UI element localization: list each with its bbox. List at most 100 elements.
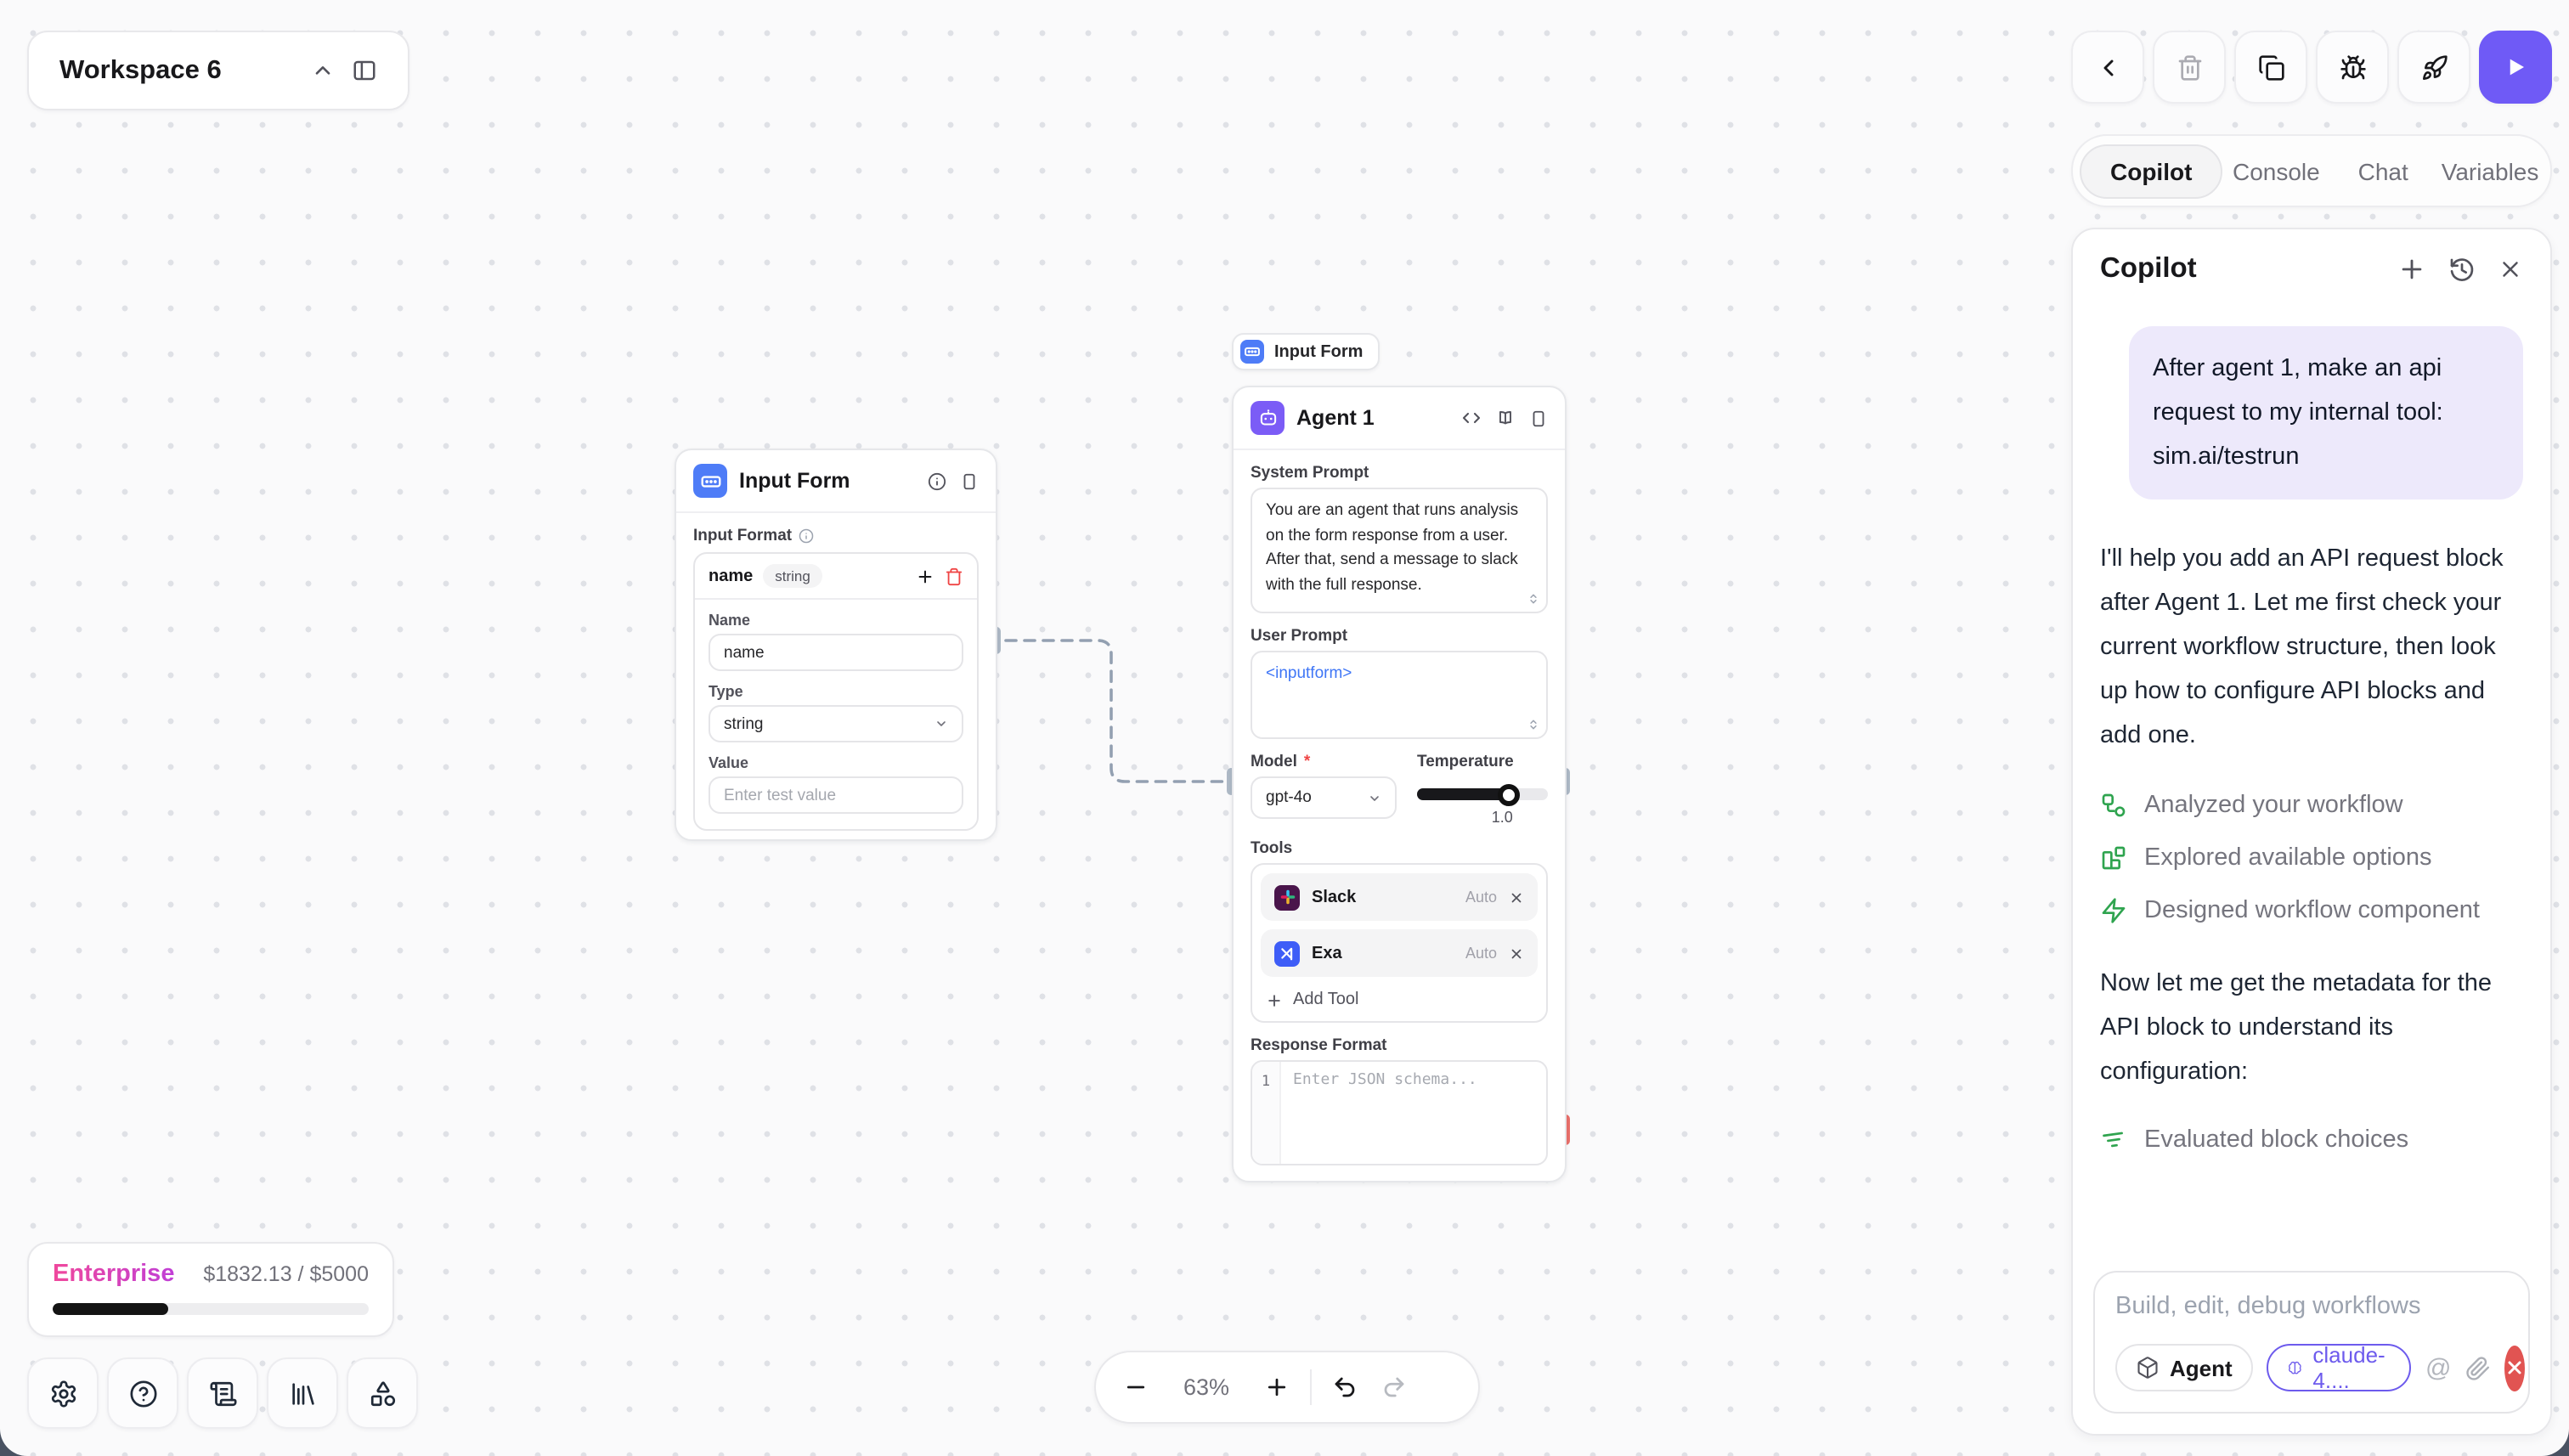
agent-icon [1251, 401, 1284, 435]
tab-variables[interactable]: Variables [2436, 144, 2544, 198]
bottom-dock [27, 1357, 418, 1429]
temperature-slider[interactable] [1417, 788, 1548, 800]
mode-selector[interactable]: Agent [2115, 1344, 2253, 1391]
gear-icon [48, 1379, 77, 1408]
rocket-icon [2420, 54, 2448, 81]
name-input[interactable]: name [709, 634, 963, 671]
deploy-button[interactable] [2397, 31, 2470, 104]
close-icon [2498, 257, 2523, 282]
usage-progress [53, 1303, 369, 1315]
attachment-icon[interactable] [2465, 1355, 2490, 1380]
value-input[interactable]: Enter test value [709, 776, 963, 814]
stop-button[interactable] [2504, 1345, 2524, 1391]
run-button[interactable] [2479, 31, 2552, 104]
delete-button[interactable] [2153, 31, 2226, 104]
user-prompt-label: User Prompt [1251, 627, 1548, 646]
trash-icon [2176, 54, 2203, 81]
help-button[interactable] [107, 1357, 178, 1429]
tools-label: Tools [1251, 839, 1548, 858]
history-button[interactable] [2448, 256, 2476, 283]
node-title: Agent 1 [1296, 406, 1449, 430]
connection-source-tag[interactable]: Input Form [1232, 333, 1380, 370]
copilot-panel: Copilot After agent 1, make an api reque… [2071, 228, 2552, 1436]
tool-row-slack[interactable]: Slack Auto [1261, 873, 1538, 921]
panel-icon[interactable] [960, 471, 979, 490]
tab-chat[interactable]: Chat [2329, 144, 2436, 198]
resize-icon[interactable] [1527, 591, 1539, 607]
model-select[interactable]: gpt-4o [1251, 776, 1397, 819]
help-icon [128, 1379, 157, 1408]
redo-button[interactable] [1381, 1374, 1407, 1400]
blocks-button[interactable] [347, 1357, 418, 1429]
sidebar-toggle-icon[interactable] [343, 50, 384, 91]
library-button[interactable] [267, 1357, 338, 1429]
system-prompt-textarea[interactable]: You are an agent that runs analysis on t… [1251, 488, 1548, 613]
user-message: After agent 1, make an api request to my… [2129, 326, 2523, 499]
play-icon [2503, 54, 2528, 80]
user-prompt-textarea[interactable]: <inputform> [1251, 651, 1548, 739]
back-button[interactable] [2071, 31, 2144, 104]
temperature-thumb[interactable] [1498, 783, 1520, 805]
plan-name: Enterprise [53, 1261, 174, 1288]
add-field-button[interactable] [916, 567, 934, 585]
tool-mode[interactable]: Auto [1465, 889, 1497, 906]
remove-tool-icon[interactable] [1509, 889, 1524, 905]
response-format-editor[interactable]: 1 Enter JSON schema... [1251, 1060, 1548, 1165]
duplicate-button[interactable] [2234, 31, 2307, 104]
scroll-icon [208, 1379, 237, 1408]
model-selector[interactable]: claude-4.... [2267, 1344, 2412, 1391]
filter-icon [2100, 1126, 2127, 1154]
copilot-input-box[interactable]: Build, edit, debug workflows Agent claud… [2093, 1271, 2530, 1414]
tool-row-exa[interactable]: Exa Auto [1261, 929, 1538, 977]
zoom-level: 63% [1162, 1374, 1251, 1400]
zoom-controls: 63% [1094, 1351, 1480, 1424]
workspace-selector[interactable]: Workspace 6 [27, 31, 409, 110]
package-icon [2136, 1356, 2160, 1380]
resize-icon[interactable] [1527, 717, 1539, 732]
info-icon [799, 528, 814, 544]
history-icon [2448, 256, 2476, 283]
undo-icon [1332, 1374, 1358, 1400]
zoom-in-button[interactable] [1264, 1374, 1290, 1400]
temperature-value: 1.0 [1492, 809, 1623, 826]
copilot-input-placeholder[interactable]: Build, edit, debug workflows [2115, 1293, 2508, 1320]
top-toolbar [2071, 31, 2552, 104]
logs-button[interactable] [187, 1357, 258, 1429]
line-number: 1 [1252, 1062, 1281, 1164]
docs-icon[interactable] [1495, 408, 1516, 428]
new-chat-button[interactable] [2397, 255, 2426, 284]
input-format-label: Input Format [693, 527, 979, 545]
library-icon [288, 1379, 317, 1408]
status-item: Evaluated block choices [2100, 1126, 2523, 1154]
redo-icon [1381, 1374, 1407, 1400]
chevron-up-icon[interactable] [302, 50, 343, 91]
info-icon[interactable] [928, 471, 946, 490]
undo-button[interactable] [1332, 1374, 1358, 1400]
response-format-label: Response Format [1251, 1036, 1548, 1055]
panel-icon[interactable] [1529, 409, 1548, 427]
code-icon[interactable] [1461, 408, 1482, 428]
usage-progress-fill [53, 1303, 168, 1315]
settings-button[interactable] [27, 1357, 99, 1429]
field-name: name [709, 567, 753, 585]
close-button[interactable] [2498, 257, 2523, 282]
delete-field-button[interactable] [945, 567, 963, 585]
type-label: Type [709, 683, 963, 700]
brain-icon [2287, 1357, 2303, 1379]
tab-console[interactable]: Console [2222, 144, 2329, 198]
chevron-down-icon [1368, 791, 1381, 804]
model-label: Model* [1251, 753, 1397, 771]
tab-copilot[interactable]: Copilot [2080, 144, 2222, 198]
type-select[interactable]: string [709, 705, 963, 742]
node-agent-1[interactable]: Agent 1 System Prompt You are an agent t… [1232, 386, 1567, 1182]
node-input-form[interactable]: Input Form Input Format name string [675, 449, 997, 841]
debug-button[interactable] [2316, 31, 2389, 104]
workflow-canvas[interactable]: Workspace 6 Input Form Input Format [0, 0, 2569, 1456]
plus-icon [1264, 1374, 1290, 1400]
remove-tool-icon[interactable] [1509, 945, 1524, 961]
tool-mode[interactable]: Auto [1465, 945, 1497, 962]
add-tool-button[interactable]: Add Tool [1261, 984, 1538, 1013]
usage-card[interactable]: Enterprise $1832.13 / $5000 [27, 1242, 394, 1337]
mention-icon[interactable]: @ [2425, 1353, 2451, 1382]
zoom-out-button[interactable] [1123, 1374, 1149, 1400]
